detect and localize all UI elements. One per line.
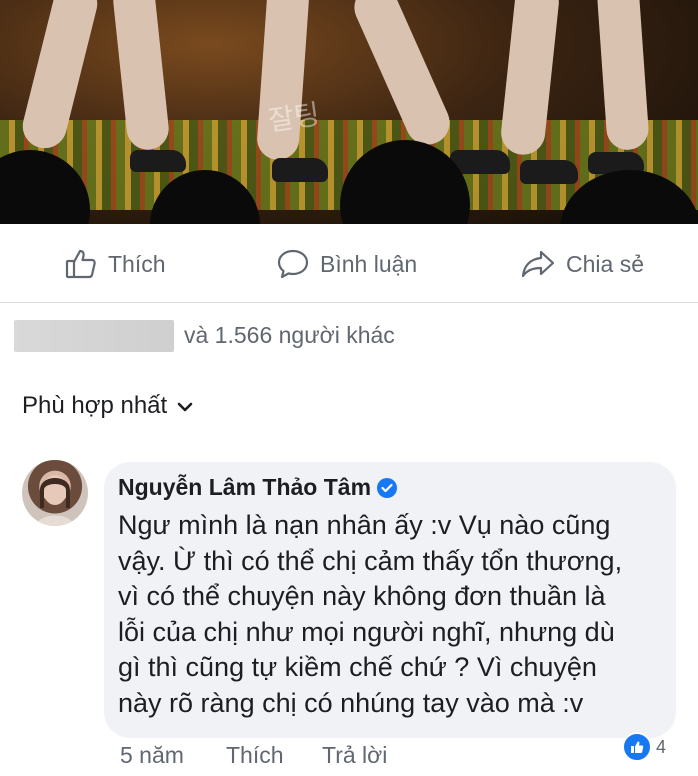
comment-line: Ngư mình là nạn nhân ấy :v Vụ nào cũng <box>118 510 611 540</box>
shoe <box>520 160 578 184</box>
comment-time[interactable]: 5 năm <box>120 742 184 769</box>
like-button[interactable]: Thích <box>64 226 166 302</box>
share-label: Chia sẻ <box>566 250 644 277</box>
sort-label: Phù hợp nhất <box>22 392 168 419</box>
post-photo[interactable]: 잘팅 <box>0 0 698 224</box>
post-action-bar: Thích Bình luận Chia sẻ <box>0 226 698 303</box>
comment-author[interactable]: Nguyễn Lâm Thảo Tâm <box>118 474 398 501</box>
comment-line: lỗi của chị như mọi người nghĩ, nhưng dù <box>118 616 615 647</box>
comment-line: gì thì cũng tự kiềm chế chứ ? Vì chuyện <box>118 652 597 682</box>
comment-text: Ngư mình là nạn nhân ấy :v Vụ nào cũng v… <box>118 508 666 721</box>
chevron-down-icon <box>177 392 193 420</box>
blurred-names <box>14 320 174 352</box>
thumbs-up-icon <box>64 247 98 281</box>
comment-reactions[interactable]: 4 <box>622 732 666 762</box>
likes-summary[interactable]: và 1.566 người khác <box>0 302 698 372</box>
comment-icon <box>276 247 310 281</box>
verified-badge-icon <box>377 477 398 498</box>
comment-sort-dropdown[interactable]: Phù hợp nhất <box>22 386 193 426</box>
shoe <box>272 158 328 182</box>
comment-button[interactable]: Bình luận <box>276 226 417 302</box>
comment-like-button[interactable]: Thích <box>226 742 284 769</box>
comment-line: vậy. Ừ thì có thể chị cảm thấy tổn thươn… <box>118 545 623 576</box>
share-button[interactable]: Chia sẻ <box>520 226 644 302</box>
photo-watermark: 잘팅 <box>266 97 322 138</box>
comment-line: này rõ ràng chị có nhúng tay vào mà :v <box>118 687 584 718</box>
author-name: Nguyễn Lâm Thảo Tâm <box>118 474 372 500</box>
share-icon <box>520 247 556 281</box>
comment-line: vì có thể chuyện này không đơn thuần là <box>118 581 606 611</box>
avatar[interactable] <box>22 460 88 526</box>
like-label: Thích <box>108 250 166 277</box>
reaction-count: 4 <box>656 736 667 757</box>
comment-label: Bình luận <box>320 250 418 277</box>
comment-reply-button[interactable]: Trả lời <box>322 742 387 769</box>
likes-count-text: và 1.566 người khác <box>184 322 395 348</box>
shoe <box>130 150 186 172</box>
comment-meta: 5 năm Thích Trả lời <box>0 738 698 776</box>
like-reaction-icon <box>622 732 652 762</box>
